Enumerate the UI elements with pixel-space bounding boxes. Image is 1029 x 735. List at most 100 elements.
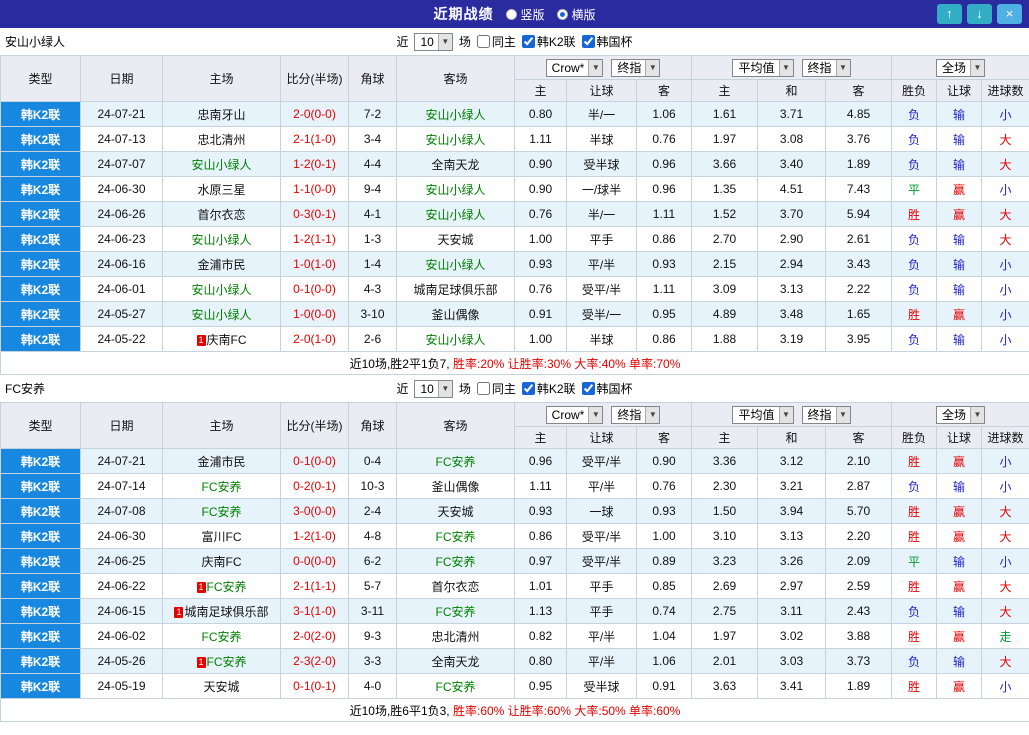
- match-count-select[interactable]: 10 ▼: [414, 379, 453, 398]
- final-odds-select-2[interactable]: 终指 ▼: [801, 405, 851, 424]
- score-cell: 2-0(2-0): [280, 623, 349, 649]
- crow-away-odds-cell: 0.85: [636, 573, 692, 599]
- avg-away-odds-cell: 2.22: [824, 276, 893, 302]
- chevron-down-icon: ▼: [835, 406, 850, 423]
- match-row: 韩K2联 24-05-27 安山小绿人 1-0(0-0) 3-10 釜山偶像 0.91 受半/…: [0, 301, 1029, 327]
- home-team-cell: 1 FC安养: [162, 648, 281, 674]
- home-team-cell: FC安养: [162, 498, 281, 524]
- goals-result-cell: 大: [981, 201, 1029, 227]
- match-row: 韩K2联 24-07-07 安山小绿人 1-2(0-1) 4-4 全南天龙 0.90 受半球 0…: [0, 151, 1029, 177]
- score-cell: 0-1(0-1): [280, 673, 349, 699]
- avg-home-odds-cell: 1.61: [691, 101, 758, 127]
- handicap-result-cell: 赢: [936, 623, 983, 649]
- col-crow-home: 主: [514, 79, 567, 102]
- crow-home-odds-cell: 1.00: [514, 226, 567, 252]
- home-team-cell: 富川FC: [162, 523, 281, 549]
- same-home-checkbox[interactable]: 同主: [476, 33, 516, 50]
- red-card-badge: 1: [196, 656, 206, 668]
- league-cell: 韩K2联: [0, 523, 81, 549]
- corner-cell: 4-0: [348, 673, 397, 699]
- match-row: 韩K2联 24-06-23 安山小绿人 1-2(1-1) 1-3 天安城 1.00 平手 0.8…: [0, 226, 1029, 252]
- summary-row: 近10场,胜6平1负3, 胜率:60% 让胜率:60% 大率:50% 单率:60…: [0, 698, 1029, 722]
- odds-source-select[interactable]: Crow* ▼: [545, 405, 604, 424]
- goals-result-cell: 小: [981, 326, 1029, 352]
- league-cell: 韩K2联: [0, 226, 81, 252]
- goals-result-cell: 大: [981, 598, 1029, 624]
- average-odds-select[interactable]: 平均值 ▼: [732, 58, 794, 77]
- col-crow-away: 客: [636, 426, 692, 449]
- chevron-down-icon: ▼: [588, 406, 603, 423]
- handicap-cell: 受半球: [566, 151, 637, 177]
- same-home-checkbox[interactable]: 同主: [476, 380, 516, 397]
- goals-result-cell: 大: [981, 226, 1029, 252]
- avg-draw-odds-cell: 3.08: [757, 126, 826, 152]
- odds-source-select[interactable]: Crow* ▼: [545, 58, 604, 77]
- home-team-cell: 忠南牙山: [162, 101, 281, 127]
- home-team-cell: 首尔衣恋: [162, 201, 281, 227]
- vertical-layout-radio[interactable]: 竖版: [505, 6, 545, 23]
- match-row: 韩K2联 24-06-30 水原三星 1-1(0-0) 9-4 安山小绿人 0.90 一/球半…: [0, 176, 1029, 202]
- date-cell: 24-07-21: [80, 101, 163, 127]
- avg-draw-odds-cell: 3.13: [757, 523, 826, 549]
- score-cell: 1-1(0-0): [280, 176, 349, 202]
- wdl-result-cell: 平: [891, 548, 938, 574]
- crow-home-odds-cell: 0.82: [514, 623, 567, 649]
- final-odds-select[interactable]: 终指 ▼: [611, 405, 661, 424]
- wdl-result-cell: 胜: [891, 623, 938, 649]
- summary-stats: 胜率:60% 让胜率:60% 大率:50% 单率:60%: [452, 703, 681, 718]
- avg-draw-odds-cell: 3.71: [757, 101, 826, 127]
- avg-home-odds-cell: 3.36: [691, 448, 758, 474]
- date-cell: 24-07-08: [80, 498, 163, 524]
- crow-away-odds-cell: 0.93: [636, 251, 692, 277]
- avg-home-odds-cell: 2.15: [691, 251, 758, 277]
- crow-away-odds-cell: 1.11: [636, 276, 692, 302]
- home-team-cell: 1 城南足球俱乐部: [162, 598, 281, 624]
- col-type: 类型: [0, 55, 81, 102]
- chevron-down-icon: ▼: [645, 59, 660, 76]
- full-match-select[interactable]: 全场 ▼: [936, 405, 986, 424]
- final-odds-select-2[interactable]: 终指 ▼: [801, 58, 851, 77]
- wdl-result-cell: 胜: [891, 673, 938, 699]
- crow-away-odds-cell: 0.96: [636, 151, 692, 177]
- handicap-result-cell: 赢: [936, 673, 983, 699]
- corner-cell: 4-4: [348, 151, 397, 177]
- avg-away-odds-cell: 1.89: [824, 151, 893, 177]
- col-home: 主场: [162, 402, 281, 449]
- close-button[interactable]: ×: [997, 4, 1022, 24]
- handicap-cell: 平/半: [566, 648, 637, 674]
- move-down-button[interactable]: ↓: [967, 4, 992, 24]
- horizontal-layout-radio[interactable]: 横版: [556, 6, 596, 23]
- korean-cup-checkbox[interactable]: 韩国杯: [581, 380, 633, 397]
- avg-home-odds-cell: 2.30: [691, 473, 758, 499]
- crow-away-odds-cell: 0.89: [636, 548, 692, 574]
- move-up-button[interactable]: ↑: [937, 4, 962, 24]
- match-row: 韩K2联 24-06-25 庆南FC 0-0(0-0) 6-2 FC安养 0.97 受平/半 0…: [0, 548, 1029, 574]
- crow-home-odds-cell: 0.80: [514, 101, 567, 127]
- league-k2-checkbox[interactable]: 韩K2联: [521, 380, 576, 397]
- match-count-select[interactable]: 10 ▼: [414, 32, 453, 51]
- crow-away-odds-cell: 0.95: [636, 301, 692, 327]
- wdl-result-cell: 胜: [891, 201, 938, 227]
- chevron-down-icon: ▼: [778, 59, 793, 76]
- avg-away-odds-cell: 1.65: [824, 301, 893, 327]
- score-cell: 1-2(1-1): [280, 226, 349, 252]
- league-k2-checkbox[interactable]: 韩K2联: [521, 33, 576, 50]
- final-odds-select[interactable]: 终指 ▼: [611, 58, 661, 77]
- col-avg-away: 客: [824, 79, 893, 102]
- handicap-cell: 半/一: [566, 201, 637, 227]
- score-cell: 1-0(1-0): [280, 251, 349, 277]
- crow-home-odds-cell: 1.13: [514, 598, 567, 624]
- col-away: 客场: [396, 402, 515, 449]
- date-cell: 24-06-01: [80, 276, 163, 302]
- wdl-result-cell: 负: [891, 648, 938, 674]
- average-odds-select[interactable]: 平均值 ▼: [732, 405, 794, 424]
- korean-cup-checkbox[interactable]: 韩国杯: [581, 33, 633, 50]
- col-date: 日期: [80, 402, 163, 449]
- home-team-cell: FC安养: [162, 473, 281, 499]
- handicap-result-cell: 输: [936, 226, 983, 252]
- full-match-select[interactable]: 全场 ▼: [936, 58, 986, 77]
- league-cell: 韩K2联: [0, 598, 81, 624]
- avg-away-odds-cell: 3.76: [824, 126, 893, 152]
- avg-draw-odds-cell: 2.97: [757, 573, 826, 599]
- score-cell: 1-2(1-0): [280, 523, 349, 549]
